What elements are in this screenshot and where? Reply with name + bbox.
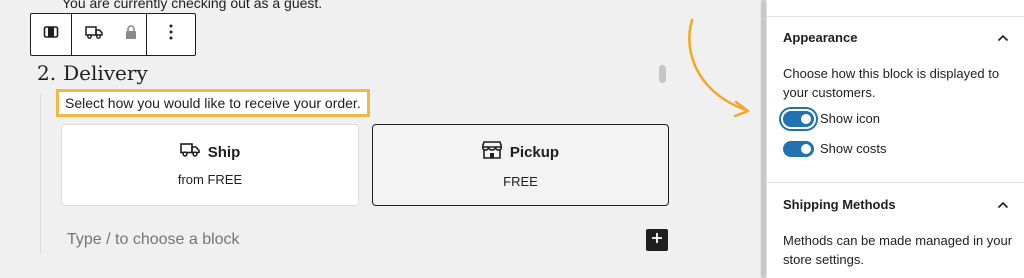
- toolbar-group-options: [147, 14, 195, 55]
- plus-icon: [651, 231, 663, 249]
- panel-description: Choose how this block is displayed to yo…: [783, 66, 1000, 100]
- step-title: Delivery: [63, 61, 148, 85]
- panel-title: Appearance: [783, 30, 858, 45]
- option-header: Pickup: [481, 140, 560, 165]
- sidebar-divider: [767, 182, 1024, 183]
- block-toolbar: [30, 13, 196, 56]
- lock-button[interactable]: [116, 14, 146, 55]
- lock-icon: [125, 24, 137, 45]
- option-header: Ship: [179, 142, 241, 163]
- inner-scroll-handle[interactable]: [659, 65, 666, 83]
- truck-icon: [179, 142, 200, 163]
- panel-description: Methods can be made managed in your stor…: [783, 233, 1013, 267]
- more-vertical-icon: [169, 24, 173, 45]
- panel-title: Shipping Methods: [783, 197, 896, 212]
- show-icon-toggle-row[interactable]: Show icon: [779, 107, 880, 131]
- shipping-block-button[interactable]: [72, 14, 116, 55]
- step-description[interactable]: Select how you would like to receive you…: [56, 89, 370, 117]
- step-rail: [40, 94, 41, 254]
- toggle-label: Show icon: [820, 111, 880, 126]
- toggle-label: Show costs: [820, 141, 887, 156]
- show-icon-toggle[interactable]: [779, 107, 818, 131]
- truck-icon: [85, 25, 103, 44]
- appearance-panel-toggle[interactable]: Appearance: [783, 30, 1009, 46]
- block-appender-placeholder[interactable]: Type / to choose a block: [67, 230, 240, 250]
- shipping-methods-panel-toggle[interactable]: Shipping Methods: [783, 197, 1009, 213]
- option-price: FREE: [503, 173, 538, 189]
- step-heading[interactable]: 2. Delivery: [37, 60, 148, 86]
- settings-sidebar: Appearance Choose how this block is disp…: [766, 0, 1024, 278]
- option-price: from FREE: [177, 172, 243, 187]
- block-type-button[interactable]: [31, 14, 71, 55]
- shipping-option-ship[interactable]: Ship from FREE: [61, 124, 359, 206]
- guest-notice: You are currently checking out as a gues…: [62, 0, 323, 11]
- option-label: Ship: [207, 143, 241, 161]
- show-costs-toggle-row[interactable]: Show costs: [783, 141, 886, 157]
- option-label: Pickup: [509, 143, 560, 161]
- more-options-button[interactable]: [147, 14, 195, 55]
- chevron-up-icon: [997, 30, 1009, 46]
- shipping-option-pickup[interactable]: Pickup FREE: [372, 124, 669, 206]
- toolbar-group-block: [31, 14, 72, 55]
- show-costs-toggle[interactable]: [783, 141, 814, 157]
- editor-canvas: You are currently checking out as a gues…: [0, 0, 760, 278]
- sidebar-divider: [767, 16, 1024, 17]
- annotation-arrow: [688, 18, 750, 118]
- toolbar-group-shipping: [72, 14, 147, 55]
- block-style-icon: [43, 24, 59, 45]
- step-number: 2.: [37, 61, 57, 85]
- add-block-button[interactable]: [646, 229, 668, 251]
- chevron-up-icon: [997, 197, 1009, 213]
- store-icon: [481, 140, 503, 165]
